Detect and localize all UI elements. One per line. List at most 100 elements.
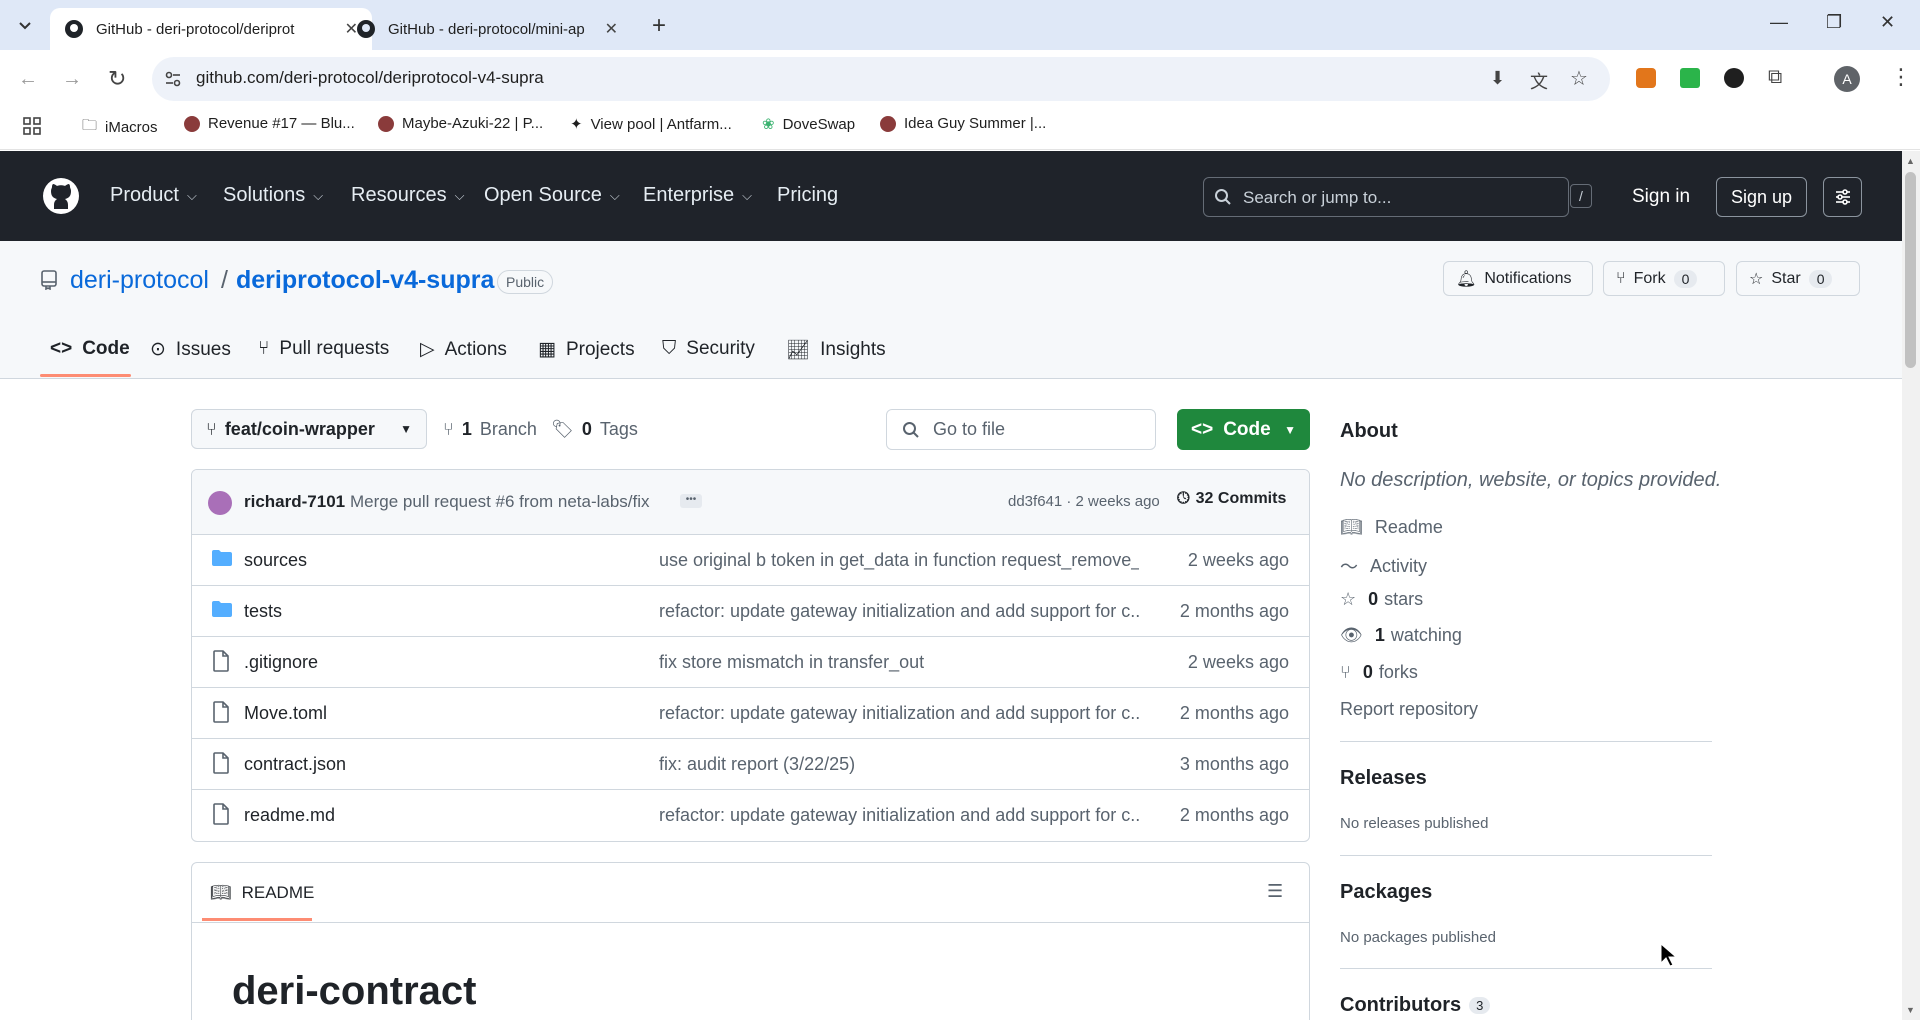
file-commit-message-link[interactable]: refactor: update gateway initialization …	[659, 601, 1139, 622]
watching-link[interactable]: 👁︎ 1 watching	[1340, 625, 1462, 646]
file-commit-message-link[interactable]: fix store mismatch in transfer_out	[659, 652, 1139, 673]
github-logo-icon[interactable]	[42, 177, 80, 215]
fork-button[interactable]: ⑂ Fork 0	[1603, 261, 1725, 296]
commits-label: 32 Commits	[1195, 490, 1287, 507]
bookmark-doveswap[interactable]: ❀ DoveSwap	[762, 115, 855, 134]
file-row[interactable]: Move.toml refactor: update gateway initia…	[192, 688, 1309, 739]
nav-resources[interactable]: Resources ⌵	[351, 184, 464, 207]
reload-icon[interactable]: ↻	[108, 66, 126, 92]
install-app-icon[interactable]: ⬇	[1490, 68, 1505, 89]
readme-header: 📖︎ README ☰	[192, 863, 1309, 923]
extensions-puzzle-icon[interactable]: ⧉	[1768, 66, 1782, 89]
file-row[interactable]: readme.md refactor: update gateway initia…	[192, 790, 1309, 841]
nav-pricing[interactable]: Pricing	[777, 184, 838, 207]
contributors-heading[interactable]: Contributors 3	[1340, 994, 1491, 1017]
restore-icon[interactable]: ❐	[1826, 12, 1842, 33]
site-info-icon[interactable]	[164, 70, 182, 88]
tab-github-deriprotocol[interactable]: GitHub - deri-protocol/deriprot ✕	[50, 8, 372, 50]
bookmark-antfarm[interactable]: ✦ View pool | Antfarm...	[570, 115, 732, 134]
readme-link[interactable]: 📖︎ Readme	[1340, 517, 1443, 538]
scrollbar-thumb[interactable]	[1905, 172, 1916, 368]
tab-insights[interactable]: 📈︎ Insights	[786, 338, 886, 362]
readme-tab[interactable]: 📖︎ README	[210, 883, 314, 903]
releases-heading[interactable]: Releases	[1340, 767, 1427, 790]
file-commit-message-link[interactable]: refactor: update gateway initialization …	[659, 805, 1139, 826]
stars-link[interactable]: ☆ 0 stars	[1340, 589, 1423, 610]
forks-link[interactable]: ⑂ 0 forks	[1340, 662, 1418, 683]
outline-list-icon[interactable]: ☰	[1267, 881, 1283, 902]
commits-link[interactable]: 🕓︎ 32 Commits	[1177, 490, 1286, 508]
nav-label: Pricing	[777, 184, 839, 206]
tab-actions[interactable]: ▷ Actions	[420, 338, 507, 361]
tab-issues[interactable]: ⊙ Issues	[150, 338, 231, 361]
file-row[interactable]: sources use original b token in get_data …	[192, 535, 1309, 586]
extension-icon[interactable]	[1724, 68, 1744, 88]
file-row[interactable]: contract.json fix: audit report (3/22/25)…	[192, 739, 1309, 790]
activity-link[interactable]: 〜 Activity	[1340, 553, 1427, 579]
nav-open-source[interactable]: Open Source ⌵	[484, 184, 620, 207]
back-icon[interactable]: ←	[18, 68, 38, 91]
branch-select-button[interactable]: ⑂ feat/coin-wrapper ▼	[191, 409, 427, 449]
tab-pull-requests[interactable]: ⑂ Pull requests	[258, 338, 389, 360]
go-to-file-input[interactable]	[886, 409, 1156, 450]
repo-name-link[interactable]: deriprotocol-v4-supra	[236, 266, 494, 295]
ellipsis-icon[interactable]: •••	[680, 494, 702, 508]
active-tab-indicator	[40, 374, 131, 377]
nav-enterprise[interactable]: Enterprise ⌵	[643, 184, 752, 207]
repo-owner-link[interactable]: deri-protocol	[70, 266, 209, 295]
file-name-link[interactable]: Move.toml	[244, 703, 327, 724]
bookmark-maybe-azuki[interactable]: Maybe-Azuki-22 | P...	[378, 115, 543, 132]
tab-github-mini-app[interactable]: GitHub - deri-protocol/mini-ap ✕	[342, 8, 632, 50]
file-name-link[interactable]: contract.json	[244, 754, 346, 775]
file-commit-message-link[interactable]: fix: audit report (3/22/25)	[659, 754, 1139, 775]
star-button[interactable]: ☆ Star 0	[1736, 261, 1860, 296]
nav-solutions[interactable]: Solutions ⌵	[223, 184, 323, 207]
close-tab-icon[interactable]: ✕	[605, 19, 618, 39]
scroll-down-icon[interactable]: ▼	[1906, 1005, 1915, 1015]
new-tab-icon[interactable]: +	[652, 12, 666, 40]
notifications-button[interactable]: 🔔︎ Notifications	[1443, 261, 1593, 296]
star-count: 0	[1808, 269, 1833, 288]
file-commit-message-link[interactable]: use original b token in get_data in func…	[659, 550, 1139, 571]
site-favicon-icon	[880, 115, 896, 132]
file-commit-message-link[interactable]: refactor: update gateway initialization …	[659, 703, 1139, 724]
apps-grid-icon[interactable]	[22, 116, 42, 136]
packages-heading[interactable]: Packages	[1340, 881, 1432, 904]
tab-code[interactable]: <> Code	[50, 338, 130, 360]
tab-projects[interactable]: ▦ Projects	[538, 338, 635, 361]
branches-link[interactable]: ⑂ 1 Branch	[443, 419, 537, 440]
browser-menu-icon[interactable]: ⋮	[1890, 64, 1912, 90]
file-name-link[interactable]: .gitignore	[244, 652, 318, 673]
profile-avatar[interactable]: A	[1834, 66, 1860, 92]
sign-in-link[interactable]: Sign in	[1632, 186, 1690, 208]
scroll-up-icon[interactable]: ▲	[1906, 156, 1915, 166]
code-dropdown-button[interactable]: <> Code ▼	[1177, 409, 1310, 450]
file-row[interactable]: tests refactor: update gateway initializa…	[192, 586, 1309, 637]
minimize-icon[interactable]: —	[1770, 12, 1788, 33]
bookmark-revenue[interactable]: Revenue #17 — Blu...	[184, 115, 355, 132]
report-repository-link[interactable]: Report repository	[1340, 699, 1478, 720]
bookmark-imacros[interactable]: 🗀 iMacros	[82, 115, 158, 140]
file-row[interactable]: .gitignore fix store mismatch in transfer…	[192, 637, 1309, 688]
commit-message-link[interactable]: Merge pull request #6 from neta-labs/fix	[350, 492, 650, 512]
divider	[1340, 968, 1712, 969]
close-window-icon[interactable]: ✕	[1880, 12, 1895, 33]
avatar[interactable]	[208, 491, 232, 515]
nav-product[interactable]: Product ⌵	[110, 184, 197, 207]
settings-sliders-icon[interactable]	[1823, 177, 1862, 217]
forward-icon[interactable]: →	[62, 68, 82, 91]
bookmark-star-icon[interactable]: ☆	[1570, 66, 1588, 91]
commit-author-link[interactable]: richard-7101	[244, 492, 345, 512]
translate-icon[interactable]: 文	[1530, 68, 1548, 94]
file-name-link[interactable]: sources	[244, 550, 307, 571]
tags-link[interactable]: 🏷︎ 0 Tags	[551, 419, 638, 440]
sign-up-button[interactable]: Sign up	[1716, 177, 1807, 217]
bookmark-idea-guy[interactable]: Idea Guy Summer |...	[880, 115, 1046, 132]
extension-icon[interactable]	[1680, 68, 1700, 88]
tab-security[interactable]: ⛉ Security	[662, 338, 755, 360]
metamask-extension-icon[interactable]	[1636, 68, 1656, 88]
tab-search-chevron-icon[interactable]	[14, 14, 36, 36]
file-commit-date: 2 weeks ago	[1187, 550, 1289, 570]
file-name-link[interactable]: tests	[244, 601, 282, 622]
file-name-link[interactable]: readme.md	[244, 805, 335, 826]
